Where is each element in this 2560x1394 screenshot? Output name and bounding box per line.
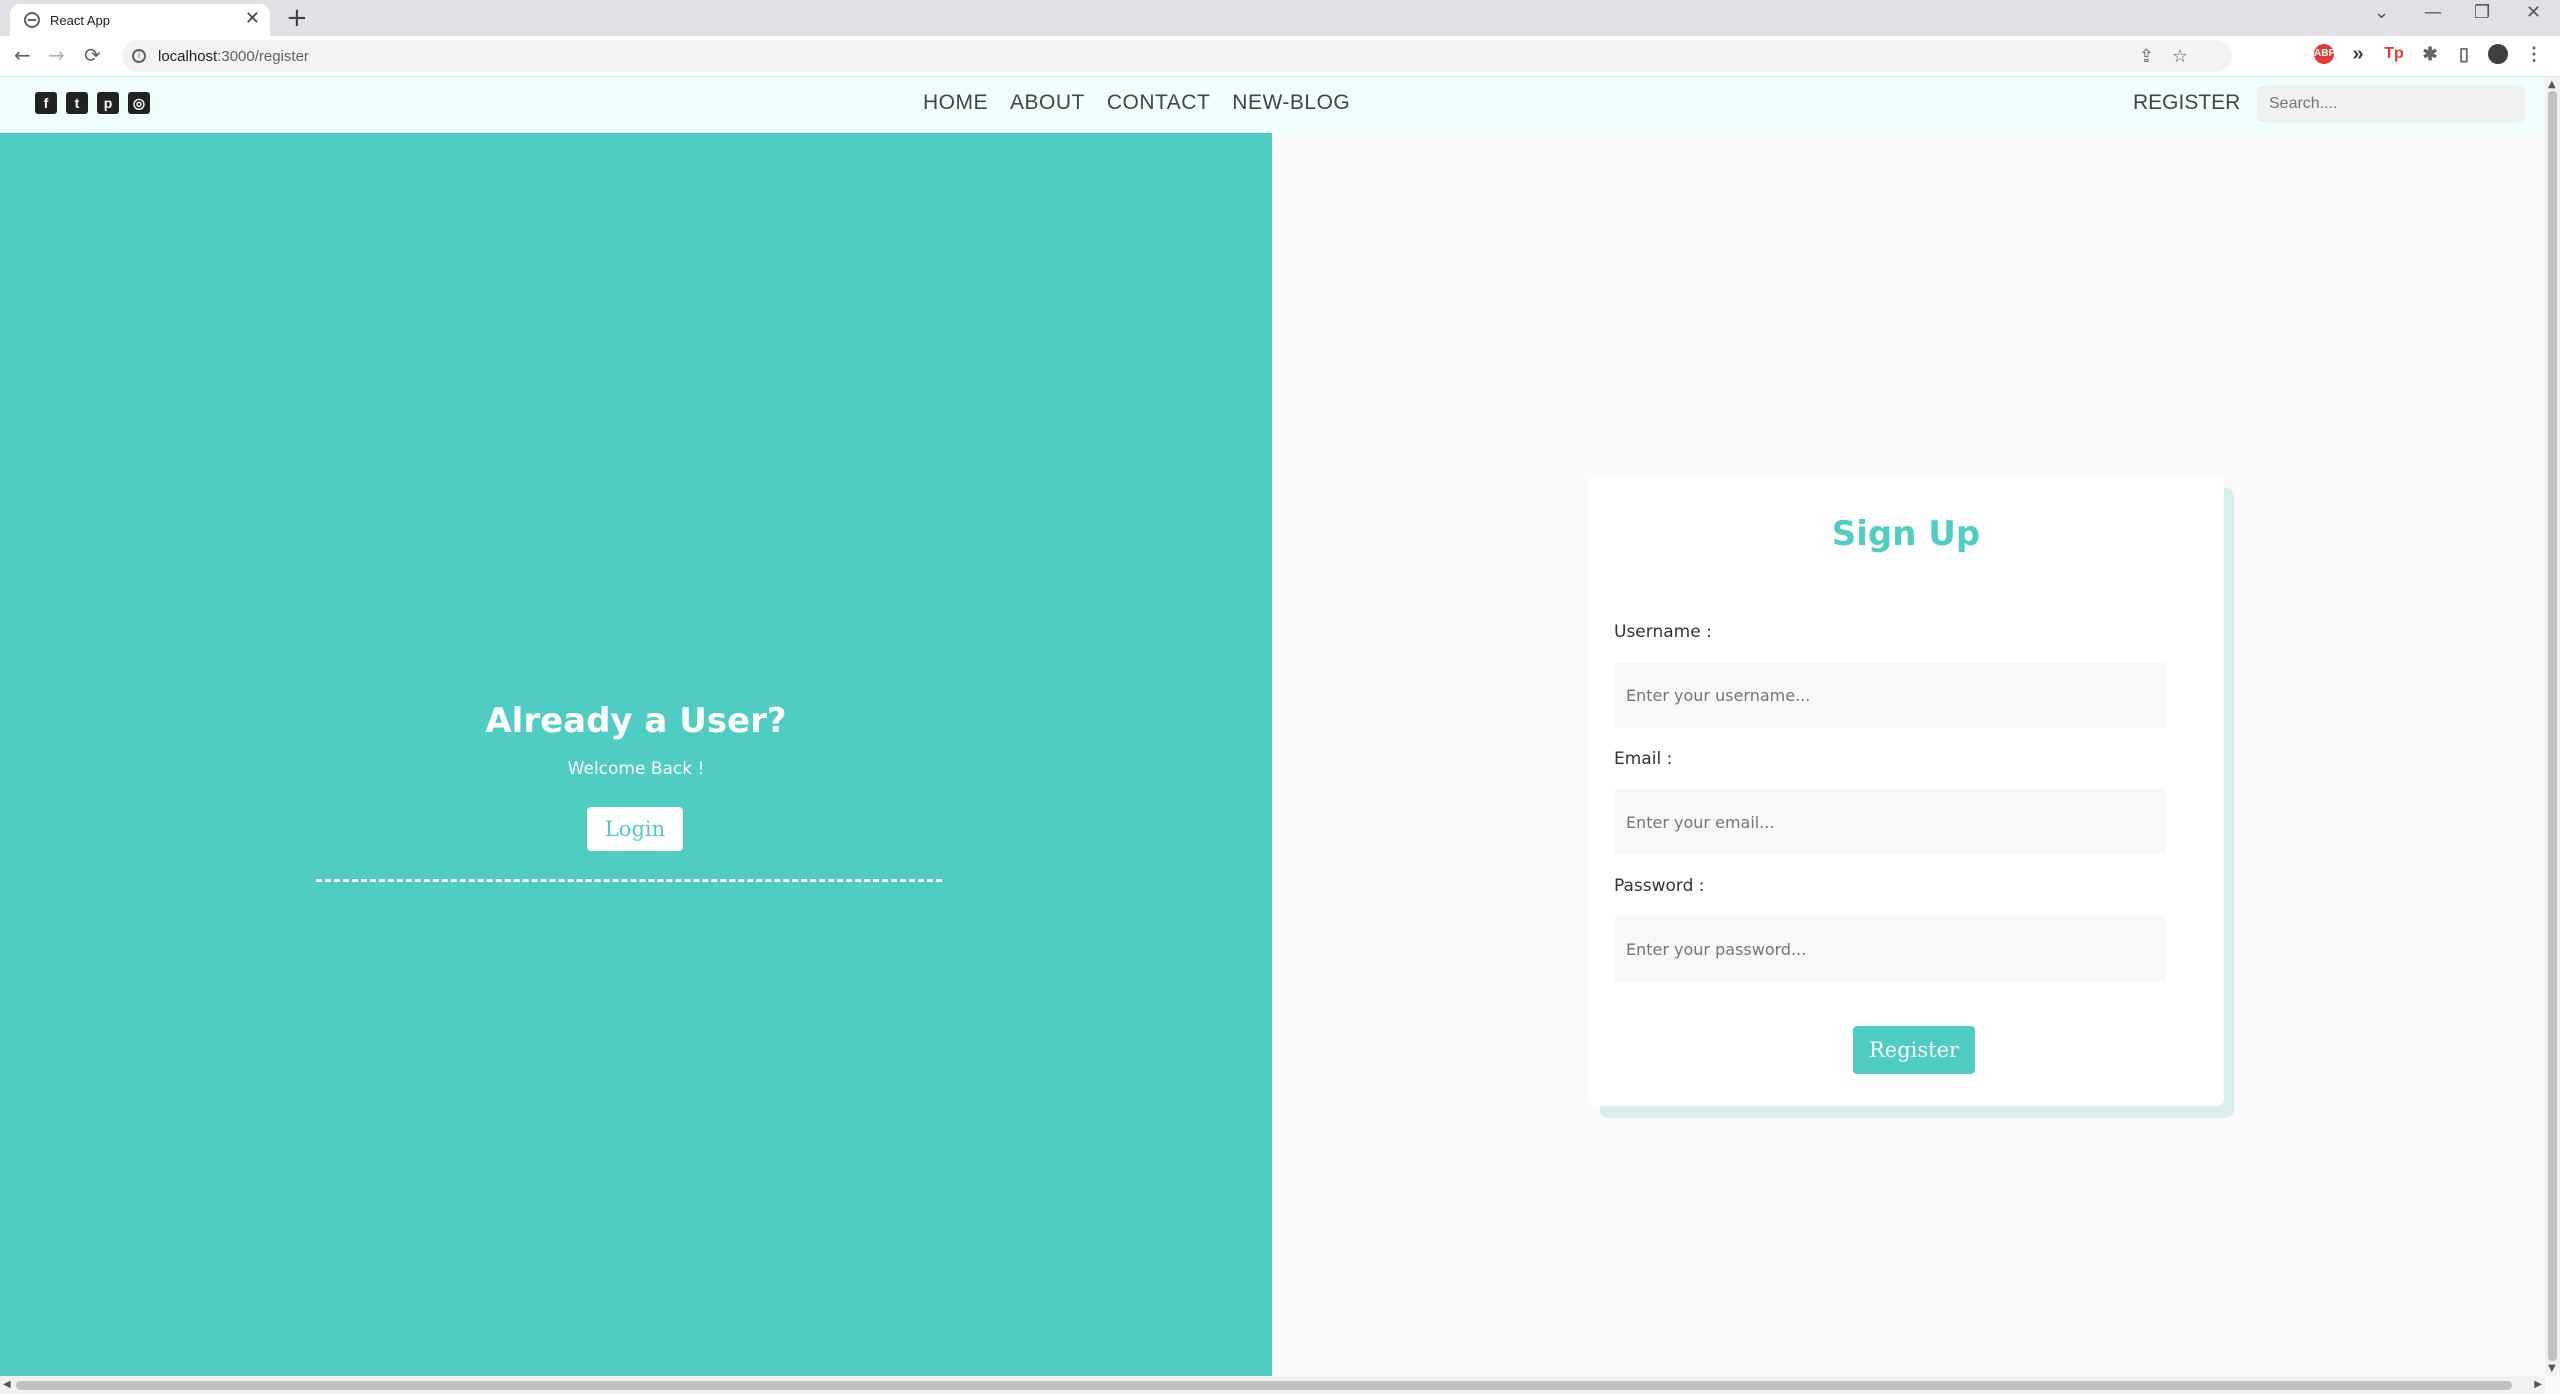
search-input[interactable] — [2257, 85, 2525, 123]
vertical-scrollbar[interactable]: ▲ ▼ — [2545, 77, 2560, 1376]
app-navbar: f t p ◎ HOME ABOUT CONTACT NEW-BLOG REGI… — [0, 77, 2545, 133]
browser-menu-icon[interactable]: ⋮ — [2524, 44, 2544, 64]
username-input[interactable] — [1614, 662, 2166, 728]
address-bar[interactable]: i localhost:3000/register ⇪ ☆ — [122, 40, 2232, 72]
signup-title: Sign Up — [1831, 514, 1981, 554]
already-user-heading: Already a User? — [485, 701, 787, 741]
browser-toolbar: ← → ⟳ i localhost:3000/register ⇪ ☆ ABP … — [0, 36, 2560, 77]
password-input[interactable] — [1614, 916, 2166, 982]
reload-button[interactable]: ⟳ — [84, 44, 101, 66]
dashed-divider — [316, 879, 942, 882]
nav-register[interactable]: REGISTER — [2133, 91, 2240, 115]
nav-contact[interactable]: CONTACT — [1107, 91, 1210, 115]
horizontal-scroll-thumb[interactable] — [16, 1381, 2512, 1390]
twitter-icon[interactable]: t — [66, 92, 88, 114]
nav-home[interactable]: HOME — [923, 91, 988, 115]
browser-tabstrip: React App ✕ + ⌄ — ❐ ✕ — [0, 0, 2560, 36]
username-label: Username : — [1614, 622, 1712, 642]
close-tab-icon[interactable]: ✕ — [245, 9, 260, 29]
back-button[interactable]: ← — [14, 44, 31, 66]
tp-extension-icon[interactable]: Tp — [2384, 44, 2404, 64]
minimize-button[interactable]: — — [2424, 2, 2442, 23]
tab-search-icon[interactable]: ⌄ — [2374, 2, 2389, 23]
scroll-up-arrow-icon[interactable]: ▲ — [2548, 79, 2556, 90]
instagram-icon[interactable]: ◎ — [128, 92, 150, 114]
site-info-icon[interactable]: i — [132, 49, 146, 63]
login-button[interactable]: Login — [587, 807, 683, 851]
puzzle-extensions-icon[interactable]: ✱ — [2420, 44, 2440, 64]
email-input[interactable] — [1614, 789, 2166, 855]
vertical-scroll-thumb[interactable] — [2548, 91, 2557, 1361]
register-button[interactable]: Register — [1853, 1026, 1975, 1074]
pinterest-icon[interactable]: p — [97, 92, 119, 114]
extension-arrows-icon[interactable]: » — [2348, 44, 2368, 64]
password-label: Password : — [1614, 876, 1705, 896]
facebook-icon[interactable]: f — [35, 92, 57, 114]
url-text[interactable]: localhost:3000/register — [158, 48, 309, 65]
horizontal-scrollbar[interactable]: ◀ ▶ — [0, 1376, 2545, 1394]
forward-button[interactable]: → — [48, 44, 65, 66]
welcome-back-text: Welcome Back ! — [567, 759, 705, 779]
scroll-right-arrow-icon[interactable]: ▶ — [2534, 1379, 2542, 1390]
signup-card: Sign Up Username : Email : Password : Re… — [1588, 476, 2224, 1106]
profile-avatar[interactable] — [2488, 44, 2508, 64]
tab-title: React App — [50, 12, 110, 28]
side-panel-icon[interactable]: ▯ — [2454, 44, 2474, 64]
email-label: Email : — [1614, 749, 1673, 769]
browser-tab[interactable]: React App ✕ — [10, 4, 270, 36]
share-icon[interactable]: ⇪ — [2139, 46, 2154, 67]
scroll-left-arrow-icon[interactable]: ◀ — [3, 1379, 11, 1390]
adblock-icon[interactable]: ABP — [2314, 44, 2335, 64]
new-tab-button[interactable]: + — [286, 4, 308, 32]
login-promo-panel: Already a User? Welcome Back ! Login — [0, 133, 1272, 1376]
restore-button[interactable]: ❐ — [2474, 2, 2490, 23]
close-window-button[interactable]: ✕ — [2526, 2, 2541, 23]
globe-icon — [24, 12, 40, 28]
bookmark-star-icon[interactable]: ☆ — [2172, 46, 2188, 67]
main-menu: HOME ABOUT CONTACT NEW-BLOG — [923, 91, 1350, 115]
scroll-down-arrow-icon[interactable]: ▼ — [2548, 1363, 2556, 1374]
nav-about[interactable]: ABOUT — [1010, 91, 1085, 115]
nav-new-blog[interactable]: NEW-BLOG — [1232, 91, 1350, 115]
